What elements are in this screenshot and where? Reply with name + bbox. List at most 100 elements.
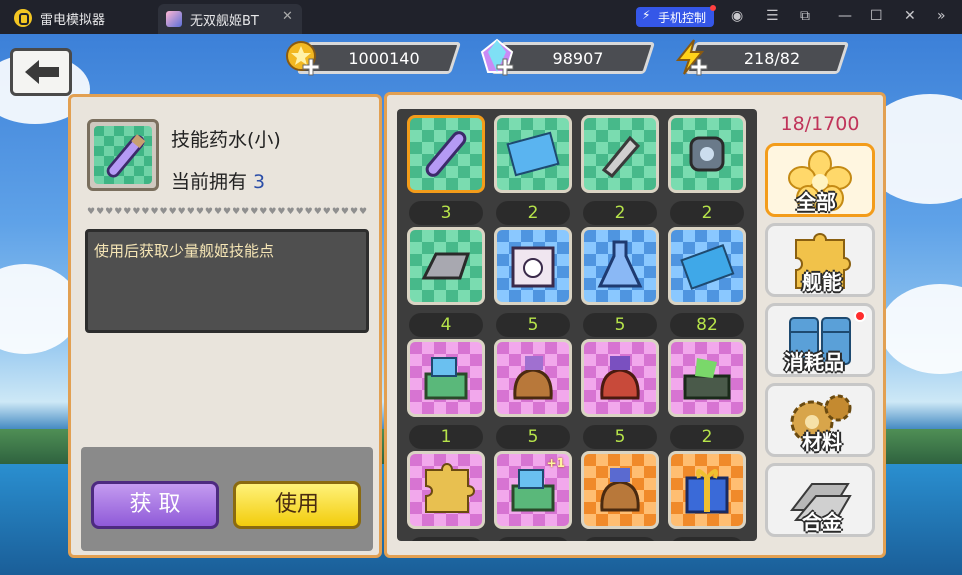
game-tab-title: 无双舰姬BT [190,14,259,29]
item-count [496,537,570,541]
category-consumables[interactable]: 消耗品 [765,303,875,377]
gold-resource[interactable]: 1000140 [284,38,462,76]
cloud [880,284,962,374]
action-area: 获 取 使用 [81,447,373,551]
item-thumbnail [87,119,159,191]
maximize-icon[interactable]: ☐ [870,8,883,24]
item-detail-panel: 技能药水(小) 当前拥有 3 ♥♥♥♥♥♥♥♥♥♥♥♥♥♥♥♥♥♥♥♥♥♥♥♥♥♥… [68,94,382,558]
item-count: 5 [496,425,570,449]
inventory-item[interactable] [407,339,485,417]
phone-control-label: 手机控制 [658,11,707,25]
crystal-resource[interactable]: 98907 [478,38,656,76]
item-count: 82 [670,313,744,337]
category-materials[interactable]: 材料 [765,383,875,457]
game-screen: 1000140 98907 218/82 技能药水(小) 当前拥有 3 ♥♥♥♥… [0,34,962,575]
inventory-item[interactable] [407,115,485,193]
back-arrow-icon [25,60,59,84]
item-count: 3 [409,201,483,225]
tab-close-icon[interactable]: ✕ [282,9,293,24]
user-icon[interactable]: ◉ [731,8,743,24]
item-description-box: 使用后获取少量舰姬技能点 [85,229,369,333]
gift-icon [685,469,729,514]
item-name: 技能药水(小) [171,129,281,151]
engine-part-icon [689,136,725,172]
inventory-item[interactable] [407,451,485,529]
close-icon[interactable]: ✕ [904,8,916,24]
item-description: 使用后获取少量舰姬技能点 [94,242,275,260]
potion-icon [425,131,467,177]
supply-bag-orange-icon [600,468,640,512]
add-crystal-icon[interactable] [496,58,514,76]
category-materials-label: 材料 [802,430,842,454]
item-count: 5 [583,313,657,337]
blue-paper-icon [680,244,735,290]
category-alloy[interactable]: 合金 [765,463,875,537]
category-all[interactable]: 全部 [765,143,875,217]
inventory-item[interactable] [668,115,746,193]
item-count [583,537,657,541]
add-energy-icon[interactable] [690,58,708,76]
energy-resource[interactable]: 218/82 [672,38,850,76]
inventory-item[interactable] [494,115,572,193]
item-count: 4 [409,313,483,337]
add-gold-icon[interactable] [302,58,320,76]
category-alloy-label: 合金 [802,510,842,534]
category-all-label: 全部 [796,190,836,214]
crystal-value: 98907 [552,49,604,68]
menu-icon[interactable]: ☰ [766,8,779,24]
item-count: 2 [583,201,657,225]
inventory-item[interactable] [668,227,746,305]
inventory-panel: 3 2 2 2 4 5 5 82 1 5 5 2 +1 18/1700 全部 舰能 [384,92,886,558]
inventory-grid: 3 2 2 2 4 5 5 82 1 5 5 2 +1 [397,109,757,541]
item-count: 2 [496,201,570,225]
inventory-item[interactable] [407,227,485,305]
inventory-item[interactable] [668,339,746,417]
back-button[interactable] [10,48,72,96]
use-button[interactable]: 使用 [233,481,361,529]
inventory-item[interactable] [581,339,659,417]
inventory-item[interactable] [494,339,572,417]
inventory-item[interactable] [581,227,659,305]
energy-value: 218/82 [743,49,801,68]
item-count: 5 [583,425,657,449]
collapse-icon[interactable]: » [937,8,946,24]
emulator-titlebar: 雷电模拟器 无双舰姬BT ✕ ⚡ 手机控制 ◉ ☰ ⧉ — ☐ ✕ » [0,0,962,34]
category-ship-ability[interactable]: 舰能 [765,223,875,297]
item-count [670,537,744,541]
item-count [409,537,483,541]
category-consumables-label: 消耗品 [784,350,844,374]
item-badge: +1 [546,456,565,470]
flask-icon [597,240,643,288]
popout-icon[interactable]: ⧉ [800,8,810,24]
notification-dot [854,310,866,322]
get-button[interactable]: 获 取 [91,481,219,529]
steel-ingot-icon [421,252,471,280]
item-count: 5 [496,313,570,337]
gold-value: 1000140 [348,49,420,68]
gift-box-icon [511,246,555,288]
game-tab-icon [166,11,182,27]
inventory-item[interactable]: +1 [494,451,572,529]
category-ship-ability-label: 舰能 [802,270,842,294]
supply-bag-icon [513,356,553,400]
supply-box-icon [424,357,468,400]
owned-label: 当前拥有 [171,171,248,193]
item-count: 2 [670,425,744,449]
inventory-item[interactable] [581,115,659,193]
inventory-capacity: 18/1700 [780,113,860,135]
blueprint-icon [506,131,560,177]
game-tab[interactable]: 无双舰姬BT ✕ [158,4,302,34]
owned-value: 3 [253,171,266,193]
inventory-item[interactable] [581,451,659,529]
red-bag-icon [600,356,640,400]
minimize-icon[interactable]: — [838,8,852,24]
tool-chest-icon [683,358,731,400]
inventory-item[interactable] [494,227,572,305]
divider: ♥♥♥♥♥♥♥♥♥♥♥♥♥♥♥♥♥♥♥♥♥♥♥♥♥♥♥♥♥♥♥♥♥♥♥ [87,207,367,217]
owned-count: 当前拥有 3 [171,167,265,194]
phone-control-button[interactable]: ⚡ 手机控制 [636,5,716,27]
inventory-item[interactable] [668,451,746,529]
item-count: 2 [670,201,744,225]
notification-dot [710,5,716,11]
emulator-logo-icon [14,9,32,27]
